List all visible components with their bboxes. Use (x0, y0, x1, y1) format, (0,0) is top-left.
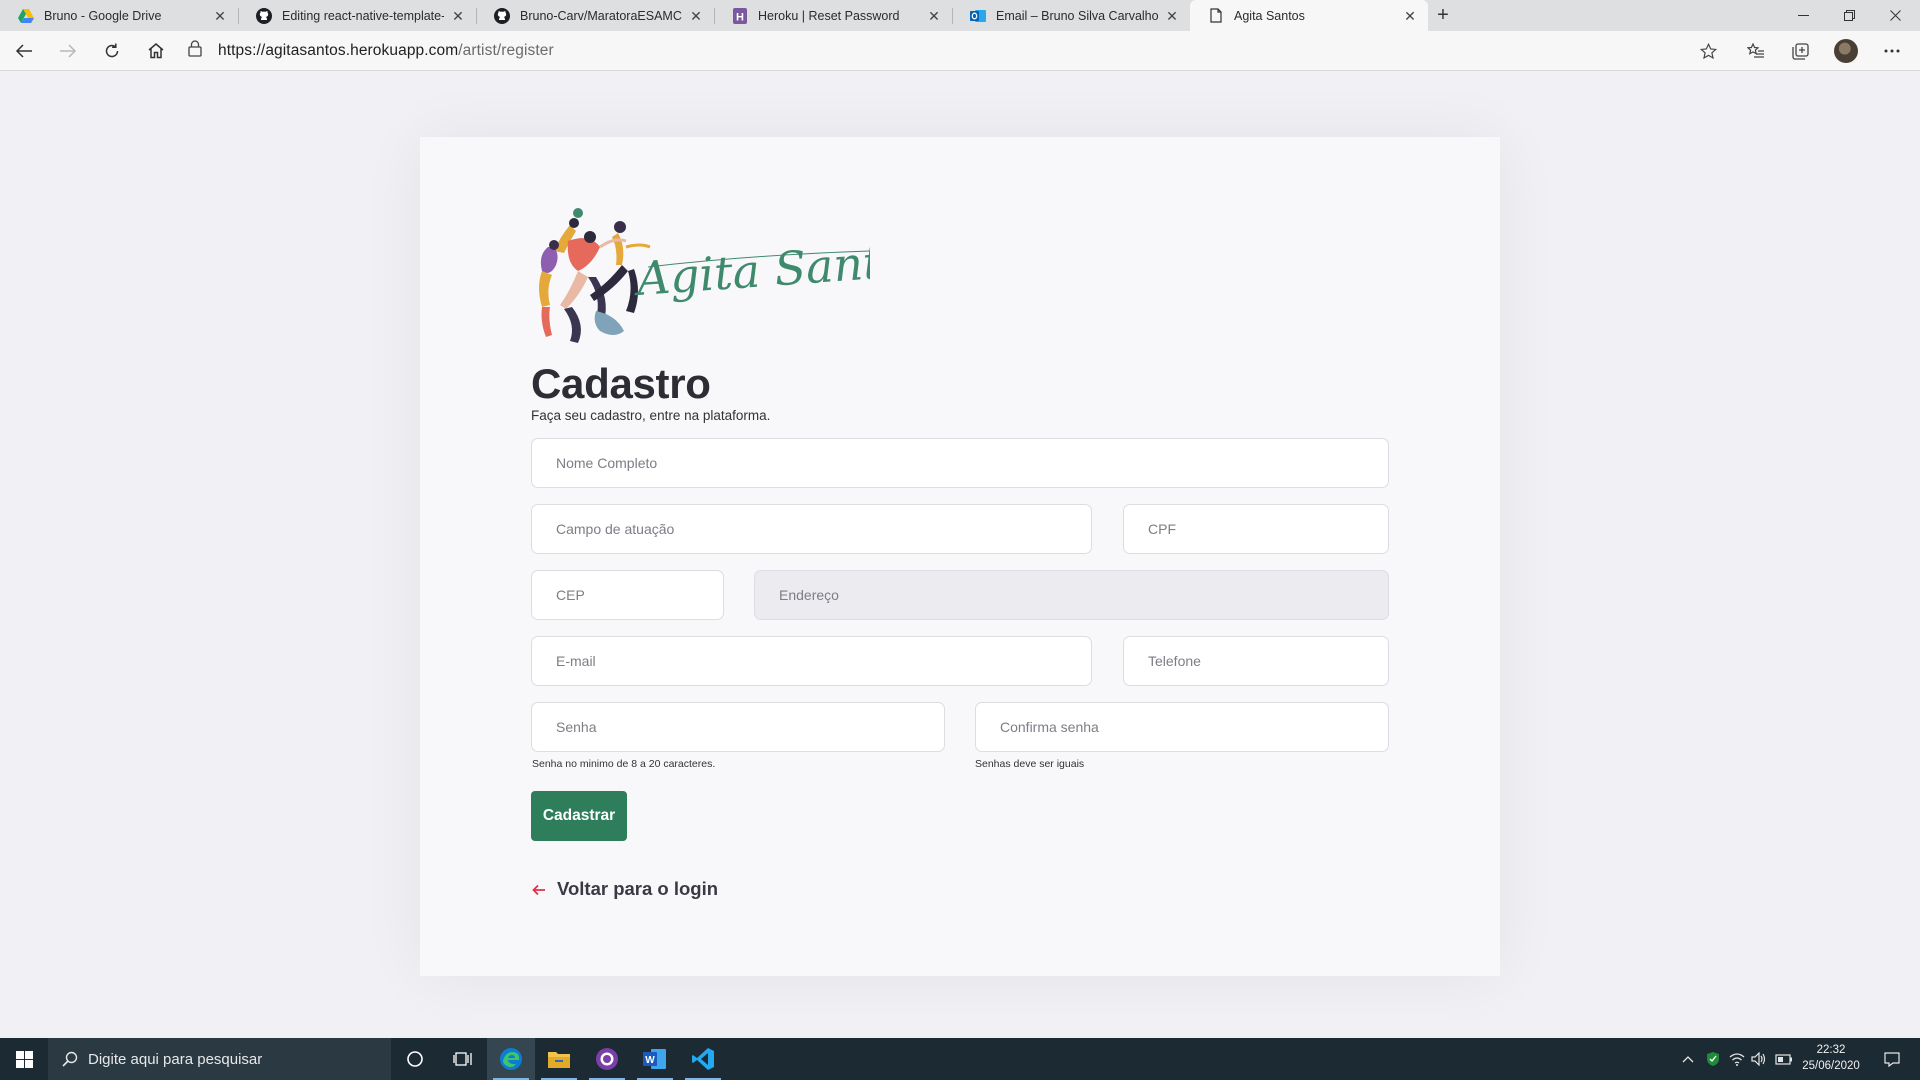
volume-icon[interactable] (1748, 1038, 1770, 1080)
notification-icon[interactable] (1872, 1038, 1912, 1080)
password-hint: Senha no minimo de 8 a 20 caracteres. (532, 758, 716, 770)
back-to-login-label: Voltar para o login (557, 878, 719, 899)
full-name-input[interactable]: Nome Completo (531, 438, 1389, 488)
password-confirm-hint: Senhas deve ser iguais (975, 758, 1085, 770)
favorites-list-icon[interactable] (1736, 35, 1776, 67)
defender-shield-icon[interactable] (1702, 1038, 1724, 1080)
wifi-icon[interactable] (1726, 1038, 1748, 1080)
clock-time: 22:32 (1816, 1044, 1846, 1056)
tab-title: Agita Santos (1234, 8, 1305, 23)
minimize-icon[interactable] (1780, 0, 1826, 31)
phone-input[interactable]: Telefone (1123, 636, 1389, 686)
svg-text:W: W (645, 1055, 655, 1066)
windows-start-icon[interactable] (0, 1038, 48, 1080)
close-window-icon[interactable] (1872, 0, 1918, 31)
restore-icon[interactable] (1826, 0, 1872, 31)
close-icon[interactable]: ✕ (688, 8, 704, 24)
more-menu-icon[interactable] (1872, 35, 1912, 67)
url-path: /artist/register (458, 42, 554, 59)
battery-icon[interactable] (1772, 1038, 1796, 1080)
page-icon (1208, 8, 1224, 24)
cpf-input[interactable]: CPF (1123, 504, 1389, 554)
browser-toolbar: https://agitasantos.herokuapp.com/artist… (0, 31, 1920, 71)
avatar[interactable] (1826, 35, 1866, 67)
password-confirm-input[interactable]: Confirma senha (975, 702, 1389, 752)
email-input[interactable]: E-mail (531, 636, 1092, 686)
agita-santos-logo: Agita Santos (530, 207, 934, 357)
page-subtitle: Faça seu cadastro, entre na plataforma. (531, 408, 771, 423)
address-bar[interactable]: https://agitasantos.herokuapp.com/artist… (188, 35, 1708, 67)
refresh-icon[interactable] (92, 35, 132, 67)
lock-icon[interactable] (188, 40, 202, 62)
taskbar-search-placeholder: Digite aqui para pesquisar (88, 1050, 263, 1068)
close-icon[interactable]: ✕ (1402, 8, 1418, 24)
github-icon (494, 7, 510, 24)
password-input[interactable]: Senha (531, 702, 945, 752)
favorite-star-icon[interactable] (1688, 35, 1728, 67)
outlook-icon (970, 8, 986, 24)
taskbar-search-box[interactable]: Digite aqui para pesquisar (48, 1038, 391, 1080)
google-drive-icon (18, 8, 34, 24)
windows-taskbar: Digite aqui para pesquisar W 22:32 25/06… (0, 1038, 1920, 1080)
tab-outlook[interactable]: Email – Bruno Silva Carvalho – O ✕ (952, 0, 1190, 31)
vscode-icon[interactable] (679, 1038, 727, 1080)
home-icon[interactable] (136, 35, 176, 67)
tab-heroku[interactable]: H Heroku | Reset Password ✕ (714, 0, 952, 31)
github-icon (256, 7, 272, 24)
page-title: Cadastro (531, 360, 711, 407)
cortana-icon[interactable] (391, 1038, 439, 1080)
tab-title: Heroku | Reset Password (758, 8, 900, 23)
word-icon[interactable]: W (631, 1038, 679, 1080)
close-icon[interactable]: ✕ (926, 8, 942, 24)
app-purple-icon[interactable] (583, 1038, 631, 1080)
address-input: Endereço (754, 570, 1389, 620)
close-icon[interactable]: ✕ (212, 8, 228, 24)
task-view-icon[interactable] (439, 1038, 487, 1080)
close-icon[interactable]: ✕ (450, 8, 466, 24)
edge-browser-icon[interactable] (487, 1038, 535, 1080)
new-tab-button[interactable]: + (1428, 0, 1458, 31)
close-icon[interactable]: ✕ (1164, 8, 1180, 24)
tab-title: Email – Bruno Silva Carvalho – O (996, 8, 1158, 23)
search-icon (62, 1051, 78, 1067)
register-card: Agita Santos Cadastro Faça seu cadastro,… (420, 137, 1500, 976)
forward-icon[interactable] (48, 35, 88, 67)
browser-tab-strip: Bruno - Google Drive ✕ Editing react-nat… (0, 0, 1920, 31)
collections-icon[interactable] (1780, 35, 1820, 67)
tab-title: Editing react-native-template-ro (282, 8, 444, 23)
url-text[interactable]: https://agitasantos.herokuapp.com/artist… (218, 42, 554, 60)
tab-github-editing[interactable]: Editing react-native-template-ro ✕ (238, 0, 476, 31)
arrow-left-icon (531, 881, 547, 897)
url-host: https://agitasantos.herokuapp.com (218, 42, 459, 59)
tab-agita-santos[interactable]: Agita Santos ✕ (1190, 0, 1428, 31)
taskbar-clock[interactable]: 22:32 25/06/2020 (1796, 1042, 1866, 1074)
field-of-work-input[interactable]: Campo de atuação (531, 504, 1092, 554)
back-to-login-link[interactable]: Voltar para o login (531, 878, 718, 900)
back-icon[interactable] (4, 35, 44, 67)
tab-github-repo[interactable]: Bruno-Carv/MaratoraESAMC202 ✕ (476, 0, 714, 31)
tab-title: Bruno - Google Drive (44, 8, 162, 23)
tab-google-drive[interactable]: Bruno - Google Drive ✕ (0, 0, 238, 31)
register-button[interactable]: Cadastrar (531, 791, 627, 841)
svg-text:H: H (736, 11, 744, 23)
clock-date: 25/06/2020 (1802, 1060, 1860, 1072)
tray-chevron-up-icon[interactable] (1676, 1038, 1700, 1080)
logo-wordmark: Agita Santos (631, 231, 870, 306)
profile-avatar (1834, 39, 1858, 63)
cep-input[interactable]: CEP (531, 570, 724, 620)
page-content: Agita Santos Cadastro Faça seu cadastro,… (0, 72, 1920, 1038)
tab-title: Bruno-Carv/MaratoraESAMC202 (520, 8, 682, 23)
file-explorer-icon[interactable] (535, 1038, 583, 1080)
heroku-icon: H (732, 7, 748, 24)
